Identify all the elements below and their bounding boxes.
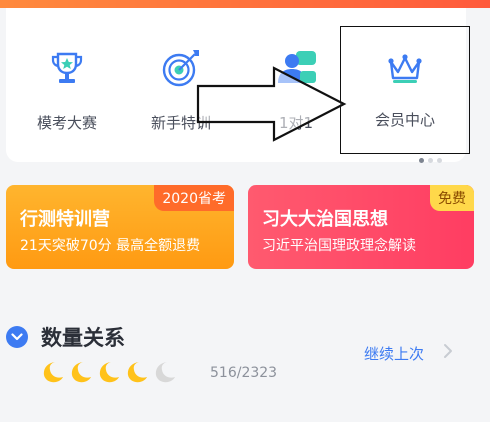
nav-item-beginner-training[interactable]: 新手特训	[126, 8, 236, 138]
promo-banner-governance-thought[interactable]: 习大大治国思想 习近平治国理政理念解读 免费	[248, 185, 474, 269]
promo-tag: 2020省考	[154, 185, 234, 211]
promo-subtitle: 习近平治国理政理念解读	[262, 238, 416, 254]
moon-filled-icon	[71, 362, 91, 383]
nav-label-mock-exam: 模考大赛	[36, 114, 97, 132]
continue-last-button[interactable]: 继续上次	[364, 343, 424, 364]
promo-banner-training-camp[interactable]: 行测特训营 21天突破70分 最高全额退费 2020省考	[6, 185, 234, 269]
target-icon	[159, 46, 203, 90]
page-dot	[437, 158, 442, 163]
promo-title: 行测特训营	[20, 209, 110, 230]
moon-filled-icon	[43, 362, 63, 383]
page-dot	[419, 158, 424, 163]
moon-filled-icon	[99, 362, 119, 383]
section-title: 数量关系	[41, 326, 125, 350]
promo-subtitle: 21天突破70分 最高全额退费	[20, 238, 201, 254]
nav-label-member-center: 会员中心	[374, 111, 435, 129]
chevron-right-icon[interactable]	[443, 343, 453, 363]
nav-item-mock-exam[interactable]: 模考大赛	[12, 8, 122, 138]
moon-filled-icon	[127, 362, 147, 383]
promo-title: 习大大治国思想	[262, 209, 388, 230]
nav-item-one-on-one[interactable]: 1对1	[241, 8, 351, 138]
top-banner-edge	[0, 0, 490, 8]
nav-label-beginner-training: 新手特训	[150, 114, 211, 132]
tutor-chat-icon	[274, 46, 318, 90]
progress-count: 516/2323	[210, 365, 278, 381]
quick-nav-card: 模考大赛 新手特训 1对1 会员中心	[6, 8, 470, 163]
section-header[interactable]: 数量关系	[6, 322, 125, 352]
carousel-page-dots	[419, 158, 442, 163]
progress-moons	[40, 360, 176, 384]
chevron-down-icon[interactable]	[6, 326, 28, 348]
nav-item-member-center[interactable]: 会员中心	[340, 26, 470, 154]
moon-empty-icon	[155, 362, 175, 383]
crown-icon	[383, 47, 427, 91]
trophy-icon	[45, 46, 89, 90]
promo-tag: 免费	[430, 185, 474, 211]
page-dot	[428, 158, 433, 163]
nav-label-one-on-one: 1对1	[278, 114, 314, 132]
